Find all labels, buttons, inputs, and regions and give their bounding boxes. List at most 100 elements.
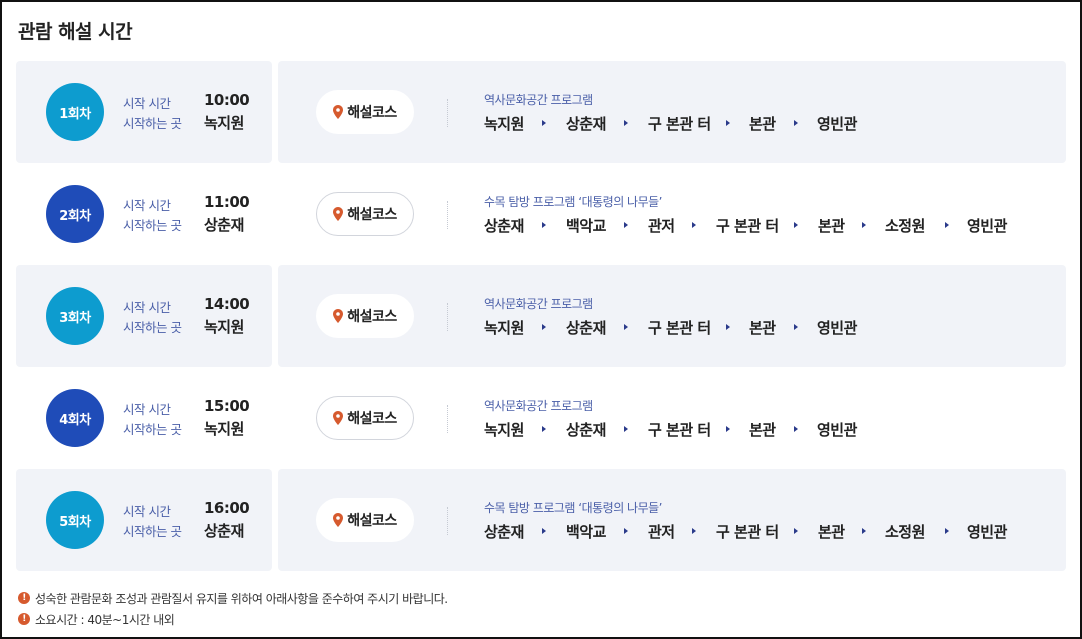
start-time-value: 10:00 [204, 91, 250, 109]
course-button[interactable]: 해설코스 [316, 498, 414, 542]
course-stop: 영빈관 [967, 217, 1007, 235]
course-button[interactable]: 해설코스 [316, 294, 414, 338]
arrow-right-icon [542, 324, 546, 330]
course-stop: 소정원 [885, 217, 925, 235]
course-button[interactable]: 해설코스 [316, 396, 414, 440]
session-info: 2회차 시작 시간 시작하는 곳 11:00 상춘재 [16, 163, 272, 265]
course-stop: 구 본관 터 [716, 217, 779, 235]
course-stop: 영빈관 [817, 115, 857, 133]
course-stop: 본관 [749, 115, 776, 133]
arrow-right-icon [794, 222, 798, 228]
arrow-right-icon [624, 120, 628, 126]
tour-schedule-panel: 관람 해설 시간 1회차 시작 시간 시작하는 곳 10:00 녹지원 해설코스… [0, 0, 1082, 639]
course-stop: 소정원 [885, 523, 925, 541]
course-stop: 상춘재 [566, 319, 606, 337]
map-pin-icon [333, 309, 344, 323]
session-row: 2회차 시작 시간 시작하는 곳 11:00 상춘재 해설코스 수목 탐방 프로… [16, 163, 1066, 265]
course-name: 역사문화공간 프로그램 [484, 93, 593, 107]
course-button-label: 해설코스 [347, 309, 397, 325]
course-stop: 본관 [749, 319, 776, 337]
start-place-value: 녹지원 [204, 318, 244, 336]
arrow-right-icon [692, 528, 696, 534]
course-button-label: 해설코스 [347, 411, 397, 427]
arrow-right-icon [794, 426, 798, 432]
round-badge: 5회차 [46, 491, 104, 549]
course-stop: 영빈관 [817, 421, 857, 439]
divider [447, 405, 448, 433]
course-stop: 영빈관 [817, 319, 857, 337]
start-time-value: 11:00 [204, 193, 250, 211]
round-badge: 2회차 [46, 185, 104, 243]
arrow-right-icon [862, 528, 866, 534]
session-row: 1회차 시작 시간 시작하는 곳 10:00 녹지원 해설코스 역사문화공간 프… [16, 61, 1066, 163]
start-place-label: 시작하는 곳 [123, 218, 182, 233]
map-pin-icon [333, 207, 344, 221]
course-stop: 관저 [648, 217, 675, 235]
session-info: 1회차 시작 시간 시작하는 곳 10:00 녹지원 [16, 61, 272, 163]
exclamation-icon: ! [18, 613, 30, 625]
session-row: 3회차 시작 시간 시작하는 곳 14:00 녹지원 해설코스 역사문화공간 프… [16, 265, 1066, 367]
course-button[interactable]: 해설코스 [316, 192, 414, 236]
note-item: ! 성숙한 관람문화 조성과 관람질서 유지를 위하여 아래사항을 준수하여 주… [18, 588, 448, 608]
course-stop: 상춘재 [484, 217, 524, 235]
course-stop: 관저 [648, 523, 675, 541]
start-time-label: 시작 시간 [123, 402, 171, 417]
course-info: 해설코스 역사문화공간 프로그램 녹지원 상춘재 구 본관 터 본관 영빈관 [278, 61, 1066, 163]
arrow-right-icon [794, 528, 798, 534]
arrow-right-icon [624, 222, 628, 228]
arrow-right-icon [542, 222, 546, 228]
start-place-value: 상춘재 [204, 216, 244, 234]
arrow-right-icon [624, 426, 628, 432]
course-button-label: 해설코스 [347, 513, 397, 529]
course-stop: 본관 [818, 217, 845, 235]
course-stop: 백악교 [566, 523, 606, 541]
course-stop: 상춘재 [566, 115, 606, 133]
session-row: 4회차 시작 시간 시작하는 곳 15:00 녹지원 해설코스 역사문화공간 프… [16, 367, 1066, 469]
course-stop: 구 본관 터 [648, 319, 711, 337]
arrow-right-icon [726, 324, 730, 330]
start-time-value: 15:00 [204, 397, 250, 415]
course-stop: 본관 [818, 523, 845, 541]
notes: ! 성숙한 관람문화 조성과 관람질서 유지를 위하여 아래사항을 준수하여 주… [18, 588, 448, 629]
arrow-right-icon [726, 426, 730, 432]
course-name: 역사문화공간 프로그램 [484, 297, 593, 311]
course-stop: 녹지원 [484, 319, 524, 337]
start-time-value: 16:00 [204, 499, 250, 517]
arrow-right-icon [794, 324, 798, 330]
session-row: 5회차 시작 시간 시작하는 곳 16:00 상춘재 해설코스 수목 탐방 프로… [16, 469, 1066, 571]
arrow-right-icon [542, 426, 546, 432]
round-badge: 1회차 [46, 83, 104, 141]
course-stop: 상춘재 [566, 421, 606, 439]
start-time-label: 시작 시간 [123, 504, 171, 519]
course-stop: 영빈관 [967, 523, 1007, 541]
course-stop: 구 본관 터 [648, 115, 711, 133]
arrow-right-icon [624, 324, 628, 330]
course-button[interactable]: 해설코스 [316, 90, 414, 134]
course-stop: 상춘재 [484, 523, 524, 541]
arrow-right-icon [624, 528, 628, 534]
start-time-label: 시작 시간 [123, 96, 171, 111]
note-text: 소요시간 : 40분~1시간 내외 [35, 612, 175, 627]
course-stop: 녹지원 [484, 421, 524, 439]
course-button-label: 해설코스 [347, 207, 397, 223]
course-info: 해설코스 수목 탐방 프로그램 ‘대통령의 나무들’ 상춘재 백악교 관저 구 … [278, 163, 1066, 265]
course-stop: 구 본관 터 [716, 523, 779, 541]
session-info: 5회차 시작 시간 시작하는 곳 16:00 상춘재 [16, 469, 272, 571]
course-stop: 본관 [749, 421, 776, 439]
course-info: 해설코스 역사문화공간 프로그램 녹지원 상춘재 구 본관 터 본관 영빈관 [278, 265, 1066, 367]
divider [447, 99, 448, 127]
start-place-label: 시작하는 곳 [123, 116, 182, 131]
course-name: 수목 탐방 프로그램 ‘대통령의 나무들’ [484, 501, 663, 515]
arrow-right-icon [794, 120, 798, 126]
arrow-right-icon [542, 528, 546, 534]
start-time-value: 14:00 [204, 295, 250, 313]
course-stop: 구 본관 터 [648, 421, 711, 439]
start-time-label: 시작 시간 [123, 198, 171, 213]
start-time-label: 시작 시간 [123, 300, 171, 315]
round-badge: 3회차 [46, 287, 104, 345]
map-pin-icon [333, 411, 344, 425]
course-info: 해설코스 수목 탐방 프로그램 ‘대통령의 나무들’ 상춘재 백악교 관저 구 … [278, 469, 1066, 571]
note-item: ! 소요시간 : 40분~1시간 내외 [18, 609, 448, 629]
divider [447, 303, 448, 331]
start-place-label: 시작하는 곳 [123, 422, 182, 437]
